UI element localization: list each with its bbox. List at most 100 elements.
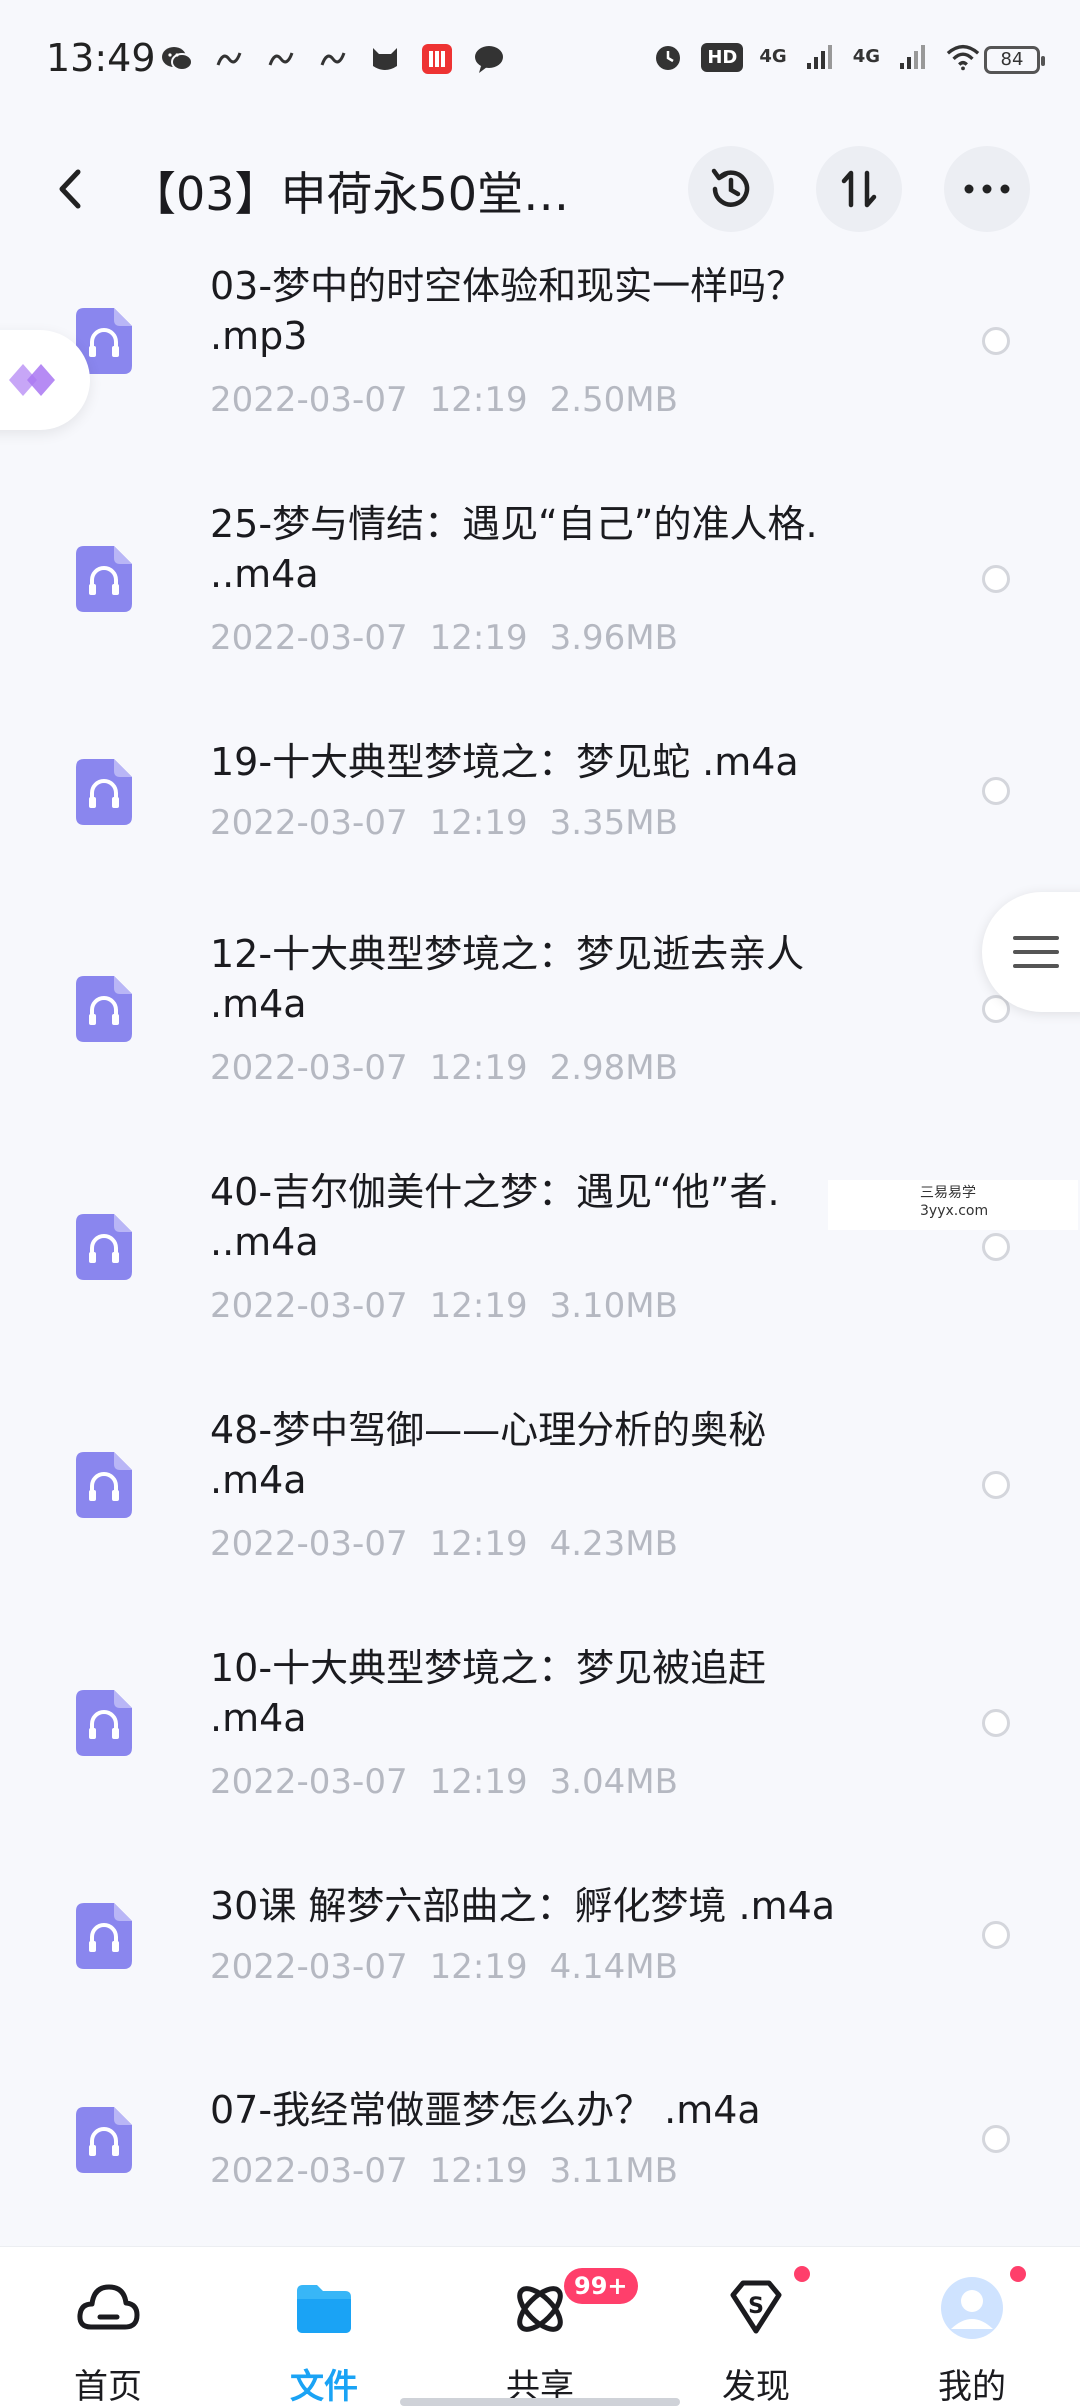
- file-date: 2022-03-07: [210, 618, 408, 658]
- file-date: 2022-03-07: [210, 1762, 408, 1802]
- floating-menu-handle[interactable]: [982, 892, 1080, 1012]
- audio-file-icon: [76, 759, 132, 825]
- file-meta: 2022-03-07 12:19 3.11MB: [210, 2151, 678, 2191]
- signal-icon: [803, 40, 837, 74]
- file-name: 19-十大典型梦境之：梦见蛇 .m4a: [210, 740, 799, 784]
- hamburger-menu-icon: [1013, 936, 1059, 968]
- diamond-s-icon: S: [730, 2280, 782, 2334]
- file-time: 12:19: [429, 380, 528, 420]
- more-button[interactable]: [944, 146, 1030, 232]
- select-radio[interactable]: [982, 1709, 1010, 1737]
- back-button[interactable]: [46, 164, 96, 214]
- file-date: 2022-03-07: [210, 380, 408, 420]
- select-radio[interactable]: [982, 327, 1010, 355]
- floating-assistant-button[interactable]: [0, 330, 90, 430]
- nav-mine[interactable]: 我的: [902, 2263, 1042, 2407]
- file-time: 12:19: [429, 618, 528, 658]
- file-meta: 2022-03-07 12:19 2.50MB: [210, 380, 678, 420]
- notification-icons: [160, 42, 506, 76]
- diamond-assistant-icon: [9, 364, 55, 396]
- nav-files[interactable]: 文件: [254, 2263, 394, 2407]
- signal-icon: [896, 40, 930, 74]
- audio-file-icon: [76, 1903, 132, 1969]
- file-date: 2022-03-07: [210, 1048, 408, 1088]
- nav-discover-label: 发现: [722, 2367, 790, 2407]
- message-icon: [472, 42, 506, 76]
- file-date: 2022-03-07: [210, 803, 408, 843]
- network-4g-1: 4G: [759, 46, 787, 67]
- file-name: 07-我经常做噩梦怎么办？ .m4a: [210, 2088, 761, 2132]
- chevron-left-icon: [59, 169, 81, 209]
- status-bar: 13:49 HD 4G 4G 84: [0, 0, 1080, 120]
- more-dots-icon: [964, 184, 1010, 194]
- select-radio[interactable]: [982, 565, 1010, 593]
- file-time: 12:19: [429, 2151, 528, 2191]
- select-radio[interactable]: [982, 1921, 1010, 1949]
- nav-files-label: 文件: [290, 2367, 358, 2407]
- bottom-nav: 首页 文件 共享 S 发现 我的: [0, 2246, 1080, 2408]
- app-header: 【03】申荷永50堂…: [0, 140, 1080, 240]
- audio-file-icon: [76, 1214, 132, 1280]
- file-time: 12:19: [429, 1286, 528, 1326]
- cloud-home-icon: [77, 2284, 140, 2330]
- file-name: 40-吉尔伽美什之梦：遇见“他”者. ..m4a: [210, 1170, 780, 1264]
- network-4g-2: 4G: [852, 46, 880, 67]
- file-time: 12:19: [429, 803, 528, 843]
- file-date: 2022-03-07: [210, 1286, 408, 1326]
- file-name: 12-十大典型梦境之：梦见逝去亲人 .m4a: [210, 932, 805, 1026]
- file-size: 4.23MB: [549, 1524, 678, 1564]
- file-meta: 2022-03-07 12:19 3.04MB: [210, 1762, 678, 1802]
- file-meta: 2022-03-07 12:19 3.35MB: [210, 803, 678, 843]
- file-name: 10-十大典型梦境之：梦见被追赶 .m4a: [210, 1646, 767, 1740]
- file-time: 12:19: [429, 1524, 528, 1564]
- file-time: 12:19: [429, 1947, 528, 1987]
- select-radio[interactable]: [982, 1233, 1010, 1261]
- home-indicator: [400, 2398, 680, 2406]
- history-icon: [711, 168, 750, 207]
- file-size: 3.10MB: [549, 1286, 678, 1326]
- link-icon: [264, 42, 298, 76]
- wifi-icon: [946, 40, 980, 74]
- select-radio[interactable]: [982, 2125, 1010, 2153]
- link-icon: [212, 42, 246, 76]
- history-button[interactable]: [688, 146, 774, 232]
- wechat-icon: [160, 42, 194, 76]
- folder-title: 【03】申荷永50堂…: [130, 167, 570, 221]
- share-badge: 99+: [564, 2268, 638, 2304]
- file-name: 03-梦中的时空体验和现实一样吗？ .mp3: [210, 264, 805, 358]
- file-size: 3.04MB: [549, 1762, 678, 1802]
- file-date: 2022-03-07: [210, 1524, 408, 1564]
- file-browser-screen: 13:49 HD 4G 4G 84 【03】申荷永50堂… 03-梦中的时空体验…: [0, 0, 1080, 2408]
- watermark-line-2: 3yyx.com: [920, 1203, 989, 1219]
- file-size: 4.14MB: [549, 1947, 678, 1987]
- mine-notification-dot: [1010, 2266, 1026, 2282]
- nav-mine-label: 我的: [938, 2367, 1006, 2407]
- file-size: 2.98MB: [549, 1048, 678, 1088]
- file-meta: 2022-03-07 12:19 3.10MB: [210, 1286, 678, 1326]
- sort-icon: [841, 170, 877, 208]
- sort-button[interactable]: [816, 146, 902, 232]
- audio-file-icon: [76, 1452, 132, 1518]
- file-name: 30课 解梦六部曲之：孵化梦境 .m4a: [210, 1884, 836, 1928]
- svg-text:S: S: [748, 2294, 764, 2319]
- file-time: 12:19: [429, 1048, 528, 1088]
- file-size: 3.35MB: [549, 803, 678, 843]
- audio-file-icon: [76, 2107, 132, 2173]
- hd-voice-badge: HD: [701, 42, 744, 72]
- select-radio[interactable]: [982, 1471, 1010, 1499]
- file-name: 25-梦与情结：遇见“自己”的准人格. ..m4a: [210, 502, 818, 596]
- audio-file-icon: [76, 976, 132, 1042]
- file-size: 3.11MB: [549, 2151, 678, 2191]
- file-date: 2022-03-07: [210, 2151, 408, 2191]
- select-radio[interactable]: [982, 777, 1010, 805]
- status-time: 13:49: [46, 36, 156, 80]
- link-icon: [316, 42, 350, 76]
- avatar-icon: [941, 2277, 1003, 2339]
- nav-discover[interactable]: S 发现: [686, 2263, 826, 2407]
- file-meta: 2022-03-07 12:19 4.23MB: [210, 1524, 678, 1564]
- red-app-icon: [420, 42, 454, 76]
- file-size: 2.50MB: [549, 380, 678, 420]
- system-status-icons: HD 4G 4G: [651, 40, 980, 74]
- nav-home[interactable]: 首页: [38, 2263, 178, 2407]
- alarm-icon: [651, 40, 685, 74]
